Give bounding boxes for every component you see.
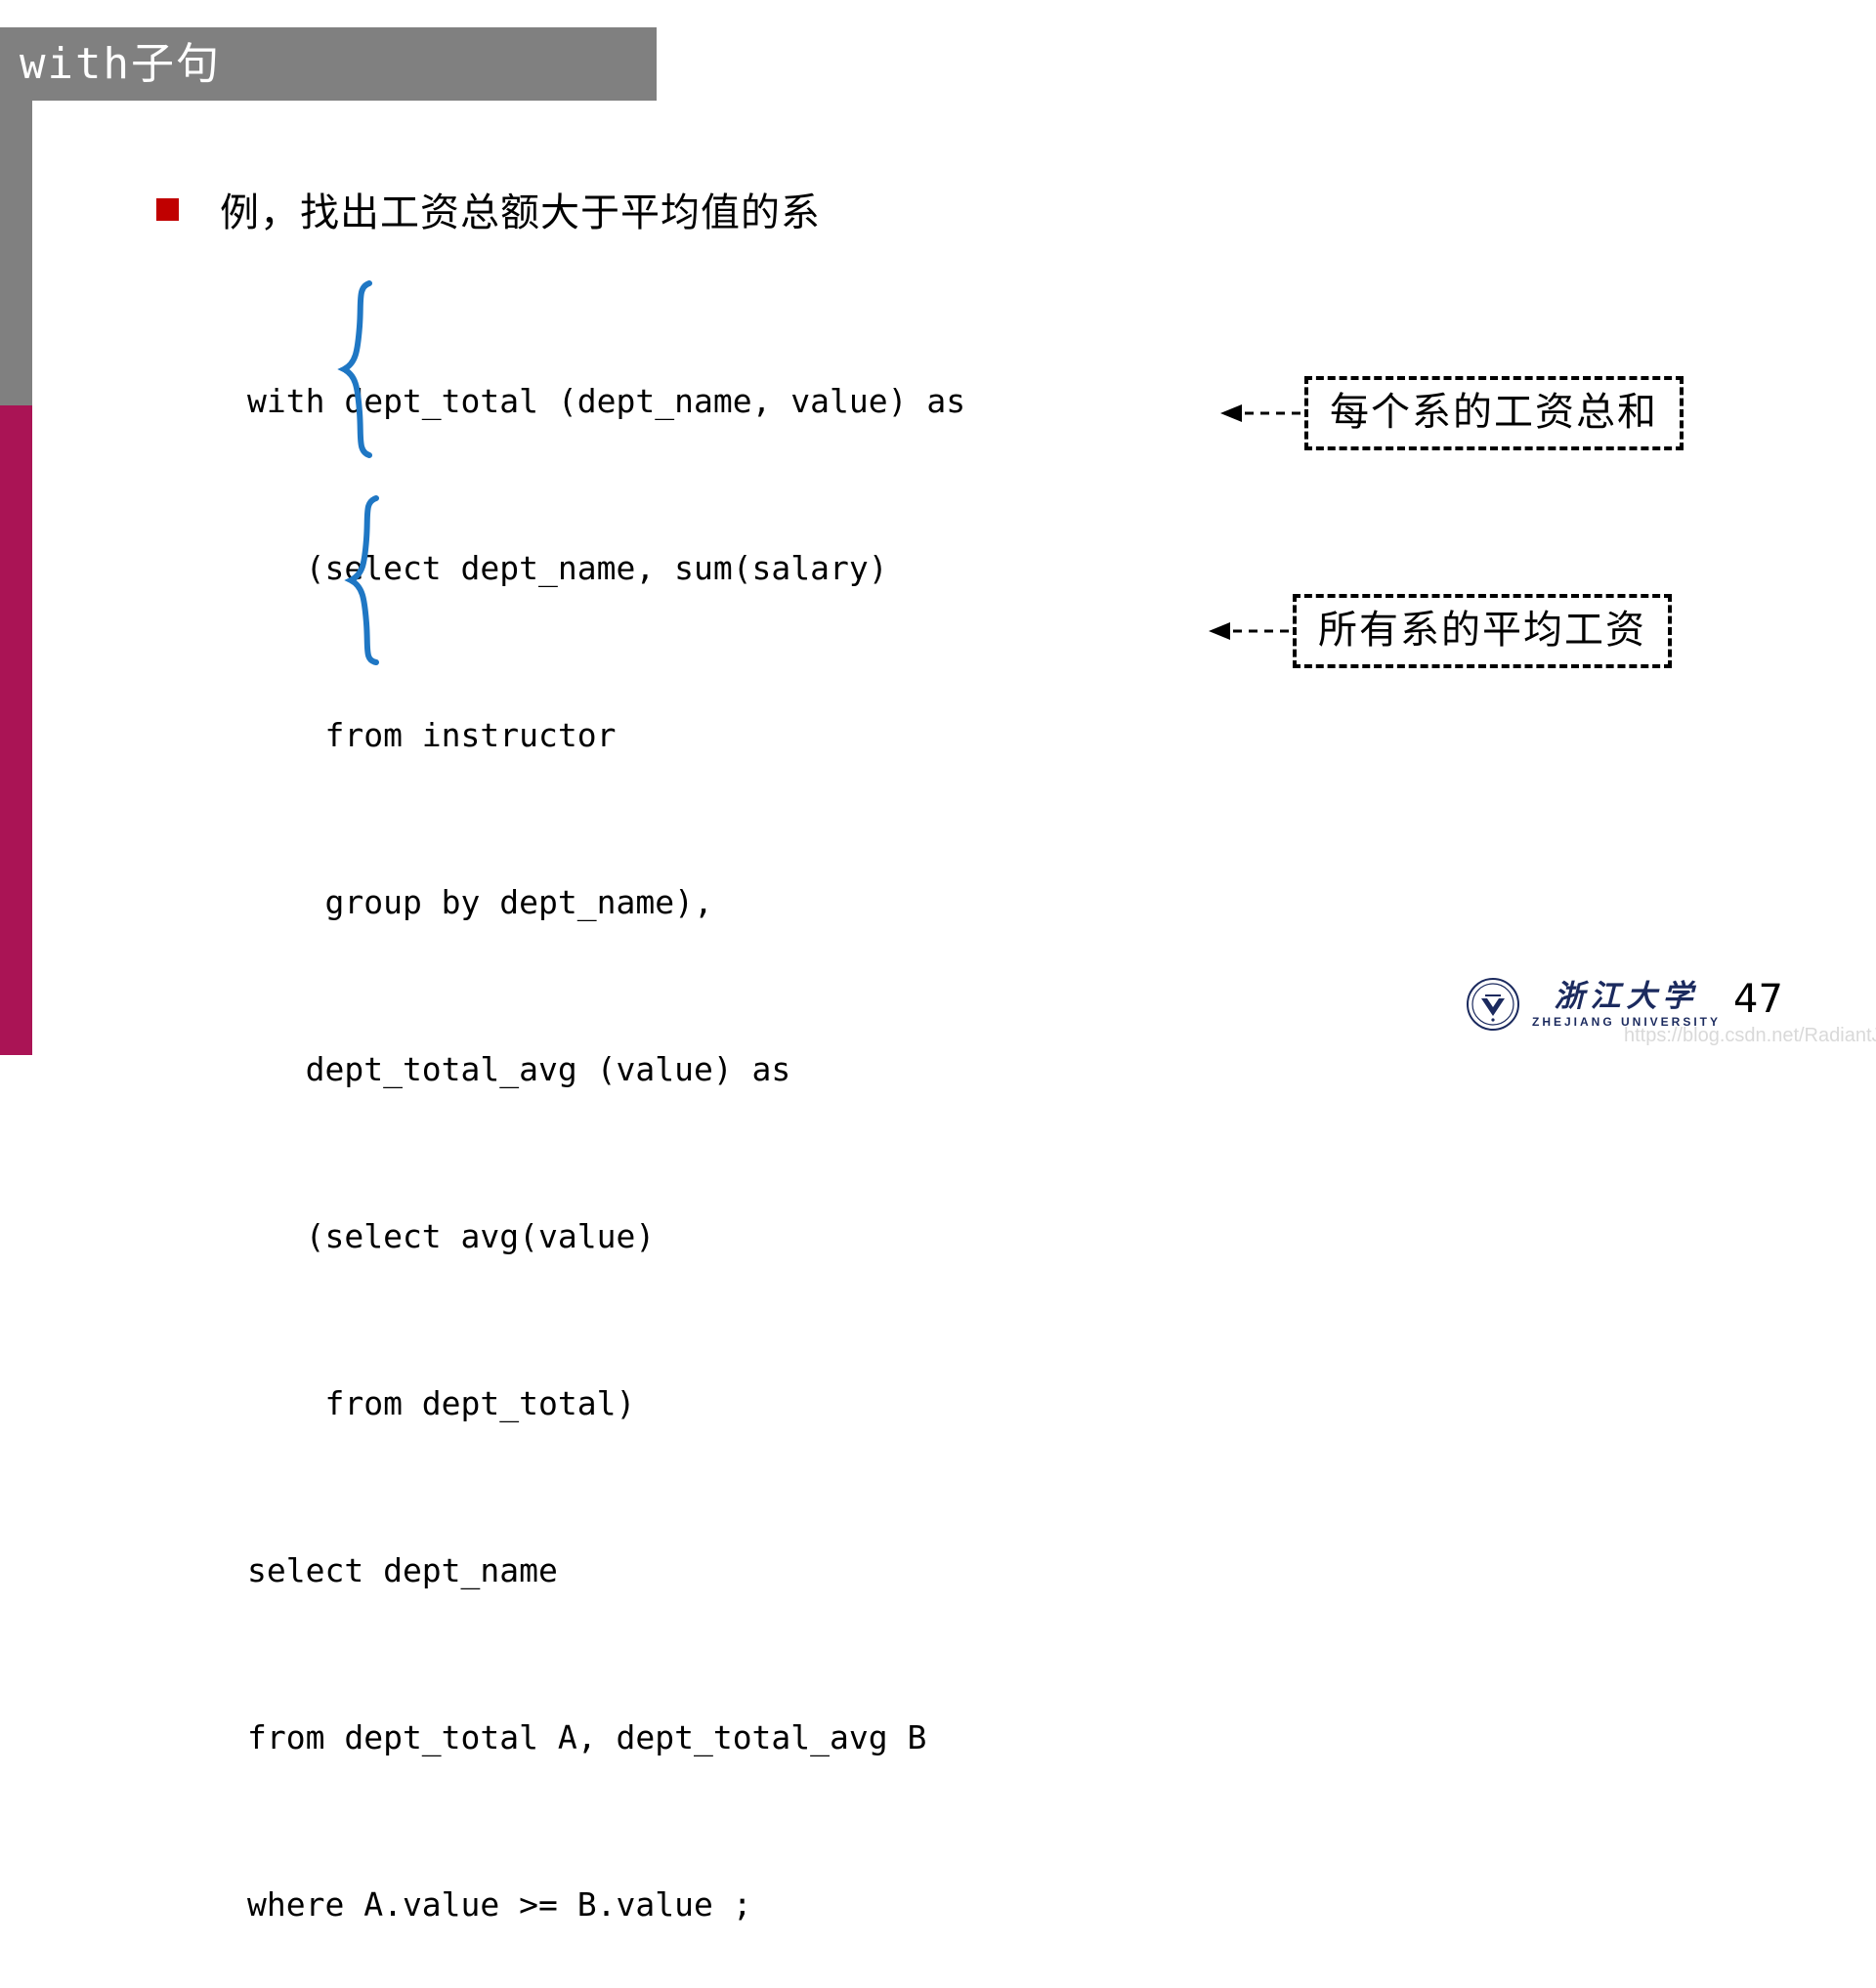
- callout-box-text: 所有系的平均工资: [1293, 594, 1672, 668]
- left-arrow-icon: [1209, 622, 1289, 640]
- watermark: https://blog.csdn.net/RadiantJeral: [1624, 1025, 1876, 1046]
- bullet-square-icon: [156, 197, 179, 221]
- left-arrow-icon: [1220, 404, 1300, 422]
- page-number: 47: [1733, 977, 1783, 1022]
- sql-line: (select avg(value): [247, 1217, 656, 1255]
- sql-line: from dept_total): [247, 1384, 636, 1422]
- callout-box-text: 每个系的工资总和: [1304, 376, 1684, 450]
- university-logo: 浙江大学 ZHEJIANG UNIVERSITY: [1466, 977, 1721, 1032]
- sidebar-crimson-bar: [0, 405, 32, 1055]
- page-title: with子句: [20, 39, 221, 89]
- zju-seal-icon: [1467, 978, 1519, 1031]
- sql-line: where A.value >= B.value ;: [247, 1885, 752, 1924]
- bullet-text: 例，找出工资总额大于平均值的系: [220, 190, 821, 235]
- bullet-row: 例，找出工资总额大于平均值的系: [156, 181, 821, 237]
- zju-wordmark-cn: 浙江大学: [1554, 979, 1699, 1014]
- callout-dept-total: 每个系的工资总和: [1216, 376, 1684, 450]
- brace-lower-icon: [344, 495, 379, 665]
- zju-wordmark: 浙江大学 ZHEJIANG UNIVERSITY: [1532, 980, 1721, 1029]
- sql-line: from dept_total A, dept_total_avg B: [247, 1718, 927, 1756]
- sql-line: group by dept_name),: [247, 883, 713, 921]
- sql-line: from instructor: [247, 716, 617, 754]
- sql-line: dept_total_avg (value) as: [247, 1050, 791, 1088]
- callout-dept-total-avg: 所有系的平均工资: [1205, 594, 1672, 668]
- sql-line: select dept_name: [247, 1551, 558, 1589]
- brace-upper-icon: [337, 280, 372, 458]
